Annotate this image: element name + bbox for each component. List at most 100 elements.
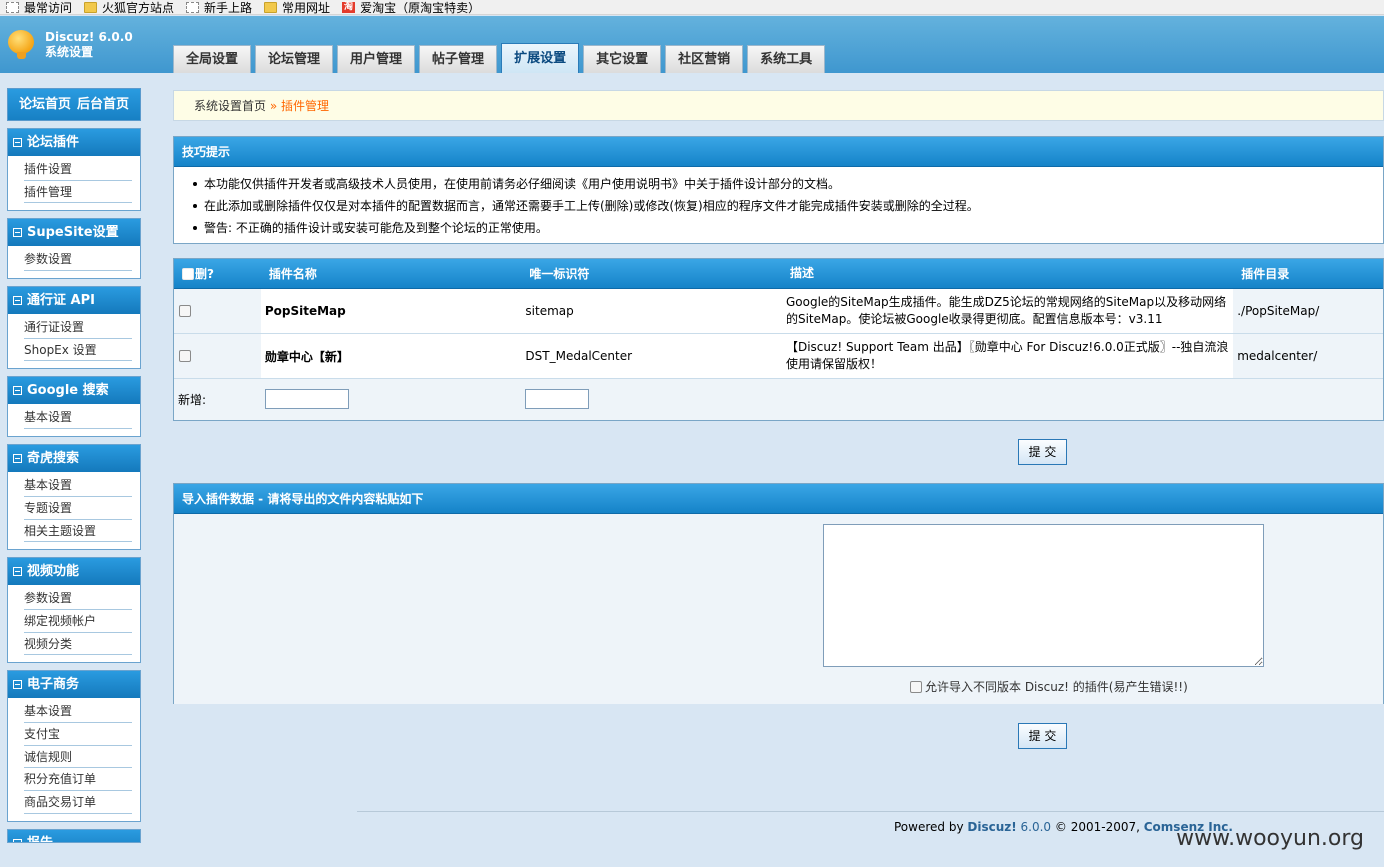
breadcrumb-home-link[interactable]: 系统设置首页 [194,99,266,113]
tab-global-settings[interactable]: 全局设置 [173,45,252,73]
sidebar-item-qihoo-related[interactable]: 相关主题设置 [24,520,132,543]
bookmarks-bar: 最常访问 火狐官方站点 新手上路 常用网址 淘爱淘宝（原淘宝特卖） [0,0,1384,15]
bookmark-getting-started[interactable]: 新手上路 [186,0,252,14]
plugin-dir: ./PopSiteMap/ [1237,304,1320,318]
allow-cross-version[interactable]: 允许导入不同版本 Discuz! 的插件(易产生错误!!) [910,678,1188,695]
menu-header[interactable]: 报告 [8,829,140,842]
tip-item: 本功能仅供插件开发者或高级技术人员使用，在使用前请务必仔细阅读《用户使用说明书》… [193,173,1383,195]
taobao-icon: 淘 [342,1,356,13]
sidebar-menu-qihoo-search: 奇虎搜索 基本设置 专题设置 相关主题设置 [7,444,141,551]
breadcrumb-current: 插件管理 [281,99,330,113]
sidebar-menu-forum-plugins: 论坛插件 插件设置 插件管理 [7,128,141,212]
menu-header[interactable]: 视频功能 [8,558,140,586]
plugin-dir: medalcenter/ [1237,349,1318,363]
sidebar-item-ec-basic[interactable]: 基本设置 [24,700,132,723]
plugin-name[interactable]: 勋章中心【新】 [260,334,522,378]
sidebar-item-passport-settings[interactable]: 通行证设置 [24,316,132,339]
sidebar-menu-report: 报告 [7,828,141,843]
menu-header[interactable]: 奇虎搜索 [8,445,140,473]
sidebar-item-trade-orders[interactable]: 商品交易订单 [24,791,132,814]
sidebar-item-qihoo-topic[interactable]: 专题设置 [24,497,132,520]
plugin-desc: 【Discuz! Support Team 出品】〖勋章中心 For Discu… [781,334,1234,378]
forum-home-link[interactable]: 论坛首页 [19,97,71,112]
watermark: www.wooyun.org [1176,826,1364,851]
tab-post-manage[interactable]: 帖子管理 [419,45,498,73]
tab-other-settings[interactable]: 其它设置 [583,45,662,73]
bookmark-firefox-site[interactable]: 火狐官方站点 [84,0,174,14]
table-row: PopSiteMap sitemap Google的SiteMap生成插件。能生… [174,289,1383,334]
col-identifier: 唯一标识符 [529,267,590,281]
tip-item: 警告: 不正确的插件设计或安装可能危及到整个论坛的正常使用。 [193,217,1383,239]
new-plugin-id-input[interactable] [525,389,590,409]
sidebar-item-shopex-settings[interactable]: ShopEx 设置 [24,339,132,362]
import-data-textarea[interactable] [823,524,1264,667]
menu-header[interactable]: Google 搜索 [8,377,140,405]
brand-title: Discuz! 6.0.0 系统设置 [45,30,133,59]
tip-item: 在此添加或删除插件仅仅是对本插件的配置数据而言，通常还需要手工上传(删除)或修改… [193,195,1383,217]
breadcrumb: 系统设置首页 » 插件管理 [173,90,1384,121]
bookmark-common-sites[interactable]: 常用网址 [264,0,330,14]
sidebar-item-video-category[interactable]: 视频分类 [24,633,132,656]
sidebar-item-alipay[interactable]: 支付宝 [24,723,132,746]
collapse-icon[interactable] [13,138,22,147]
tab-extension-settings[interactable]: 扩展设置 [501,43,580,73]
col-directory: 插件目录 [1241,267,1290,281]
tab-system-tools[interactable]: 系统工具 [747,45,826,73]
tips-panel: 技巧提示 本功能仅供插件开发者或高级技术人员使用，在使用前请务必仔细阅读《用户使… [173,136,1384,244]
sidebar-menu-google-search: Google 搜索 基本设置 [7,376,141,438]
sidebar-item-plugin-manage[interactable]: 插件管理 [24,181,132,204]
tab-user-manage[interactable]: 用户管理 [337,45,416,73]
submit-import-button[interactable]: 提 交 [1018,723,1067,749]
sidebar-item-plugin-settings[interactable]: 插件设置 [24,158,132,181]
sidebar-home-links: 论坛首页 后台首页 [7,88,141,121]
sidebar-menu-supesite: SupeSite设置 参数设置 [7,218,141,280]
sidebar-item-video-params[interactable]: 参数设置 [24,587,132,610]
plugin-table: 删? 插件名称 唯一标识符 描述 插件目录 PopSiteMap sitemap… [173,258,1384,421]
sidebar-item-google-basic[interactable]: 基本设置 [24,406,132,430]
tab-community-marketing[interactable]: 社区营销 [665,45,744,73]
panel-title: 导入插件数据 - 请将导出的文件内容粘贴如下 [174,484,1383,514]
collapse-icon[interactable] [13,454,22,464]
menu-header[interactable]: 论坛插件 [8,129,140,156]
admin-home-link[interactable]: 后台首页 [77,97,129,112]
collapse-icon[interactable] [13,567,22,577]
delete-checkbox[interactable] [179,350,191,362]
sidebar-item-video-account[interactable]: 绑定视频帐户 [24,610,132,633]
menu-header[interactable]: SupeSite设置 [8,219,140,247]
sidebar-item-qihoo-basic[interactable]: 基本设置 [24,474,132,497]
collapse-icon[interactable] [13,296,22,306]
discuz-link[interactable]: Discuz! [967,820,1016,834]
menu-header[interactable]: 电子商务 [8,671,140,699]
select-all-checkbox[interactable] [182,267,194,280]
sidebar-item-supesite-params[interactable]: 参数设置 [24,248,132,272]
page-icon [6,1,19,13]
bookmark-taobao[interactable]: 淘爱淘宝（原淘宝特卖） [342,0,480,14]
submit-plugins-button[interactable]: 提 交 [1018,439,1067,465]
collapse-icon[interactable] [13,838,22,842]
delete-checkbox[interactable] [179,305,191,317]
folder-icon [264,1,278,13]
admin-header: Discuz! 6.0.0 系统设置 全局设置 论坛管理 用户管理 帖子管理 扩… [0,16,1384,73]
tab-forum-manage[interactable]: 论坛管理 [255,45,334,73]
sidebar-menu-video: 视频功能 参数设置 绑定视频帐户 视频分类 [7,557,141,664]
table-row: 勋章中心【新】 DST_MedalCenter 【Discuz! Support… [174,334,1383,379]
main-content: 系统设置首页 » 插件管理 技巧提示 本功能仅供插件开发者或高级技术人员使用，在… [173,90,1384,749]
page-icon [186,1,200,13]
allow-cross-version-checkbox[interactable] [910,680,922,693]
col-name: 插件名称 [268,267,317,281]
menu-header[interactable]: 通行证 API [8,287,140,315]
new-label: 新增: [178,392,207,407]
collapse-icon[interactable] [13,680,22,690]
sidebar-item-credit-rules[interactable]: 诚信规则 [24,746,132,769]
plugin-name[interactable]: PopSiteMap [260,289,522,333]
new-plugin-name-input[interactable] [264,389,349,409]
new-plugin-row: 新增: [174,379,1383,419]
lightbulb-logo-icon [8,30,34,60]
collapse-icon[interactable] [13,228,22,238]
panel-title: 技巧提示 [174,137,1383,167]
import-panel: 导入插件数据 - 请将导出的文件内容粘贴如下 允许导入不同版本 Discuz! … [173,483,1384,704]
table-header: 删? 插件名称 唯一标识符 描述 插件目录 [174,259,1383,289]
bookmark-most-visited[interactable]: 最常访问 [6,0,72,14]
sidebar-item-credit-orders[interactable]: 积分充值订单 [24,768,132,791]
collapse-icon[interactable] [13,386,22,396]
